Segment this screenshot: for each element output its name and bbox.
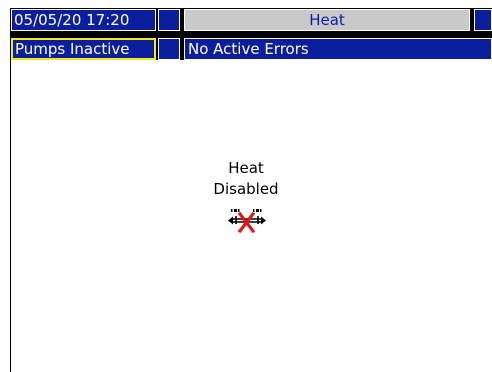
heat-status-line2: Disabled — [213, 180, 279, 198]
pumps-status[interactable]: Pumps Inactive — [11, 38, 156, 60]
heat-disabled-icon — [227, 207, 267, 235]
heat-screen: 05/05/20 17:20 Heat Pumps Inactive No Ac… — [0, 0, 492, 372]
heat-status: Heat Disabled — [196, 158, 296, 200]
status-spacer-right — [474, 9, 492, 31]
heat-status-line1: Heat — [228, 159, 264, 177]
content-border — [10, 60, 11, 372]
screen-title: Heat — [184, 9, 470, 31]
errors-status: No Active Errors — [184, 38, 492, 60]
status-spacer — [158, 38, 180, 60]
datetime-display: 05/05/20 17:20 — [11, 9, 156, 31]
status-spacer — [158, 9, 180, 31]
